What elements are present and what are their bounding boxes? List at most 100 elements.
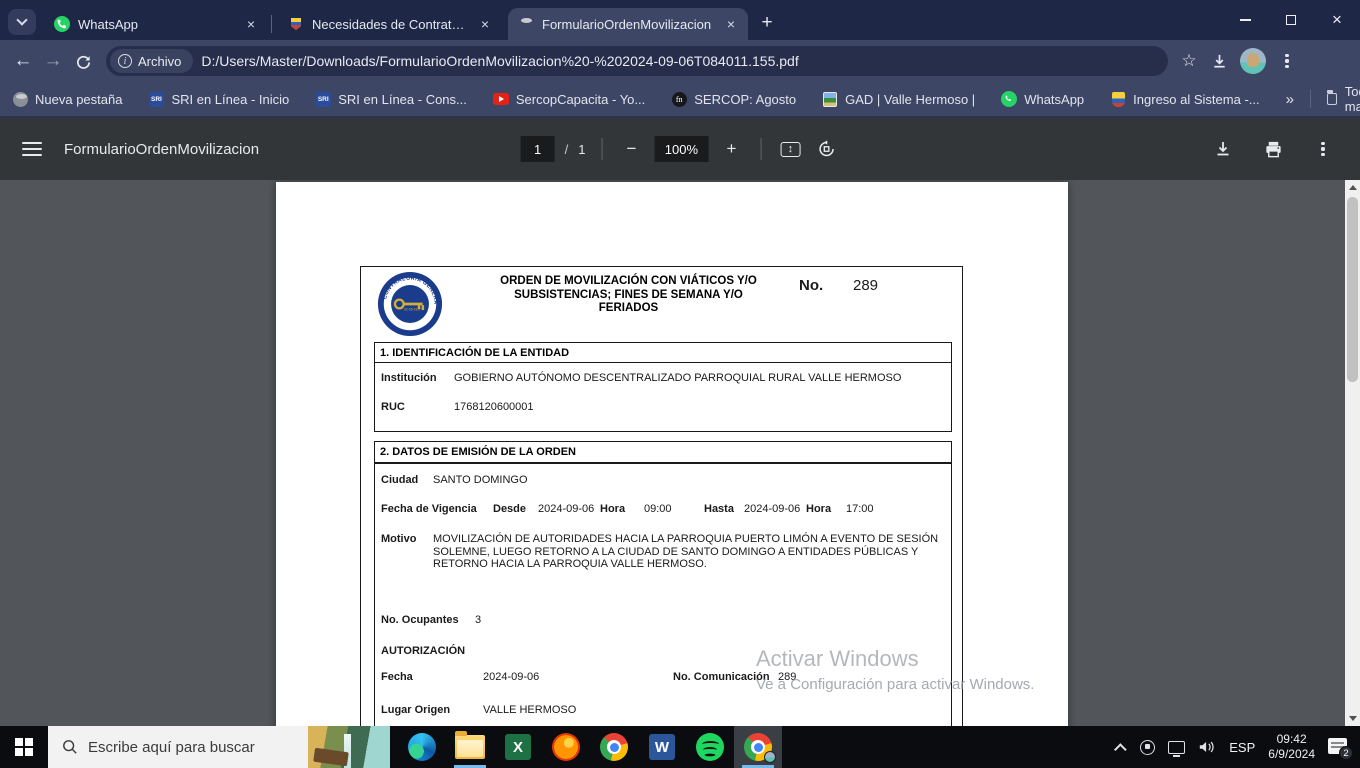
tab-close-icon[interactable]: ×: [476, 15, 494, 33]
bookmark-sercopcapacita[interactable]: SercopCapacita - Yo...: [493, 91, 645, 107]
taskbar-search-input[interactable]: Escribe aquí para buscar: [48, 726, 390, 768]
maximize-button[interactable]: [1268, 0, 1314, 40]
taskbar-firefox-icon[interactable]: [542, 726, 590, 768]
ocupantes-label: No. Ocupantes: [381, 614, 459, 626]
taskbar: Escribe aquí para buscar X W ESP 09:42 6…: [0, 726, 1360, 768]
bookmark-whatsapp[interactable]: WhatsApp: [1001, 91, 1084, 107]
taskbar-word-icon[interactable]: W: [638, 726, 686, 768]
tab-close-icon[interactable]: ×: [242, 15, 260, 33]
tray-capture-icon[interactable]: [1140, 740, 1155, 755]
network-icon[interactable]: [1168, 741, 1185, 754]
section1-header: 1. IDENTIFICACIÓN DE LA ENTIDAD: [374, 342, 952, 363]
taskbar-chrome-icon[interactable]: [590, 726, 638, 768]
zoom-in-icon[interactable]: +: [718, 136, 744, 162]
bookmark-sercop-agosto[interactable]: fnSERCOP: Agosto: [671, 91, 796, 107]
ruc-value: 1768120600001: [454, 401, 534, 413]
zoom-out-icon[interactable]: −: [618, 136, 644, 162]
tab-separator: [271, 15, 272, 33]
sercop-icon: fn: [671, 91, 687, 107]
window-controls: ×: [1222, 0, 1360, 40]
tab-necesidades[interactable]: Necesidades de Contratación y ×: [278, 8, 502, 40]
notification-center-icon[interactable]: 2: [1328, 737, 1350, 757]
ocupantes-value: 3: [475, 614, 481, 626]
taskbar-excel-icon[interactable]: X: [494, 726, 542, 768]
tab-search-button[interactable]: [8, 9, 36, 35]
section2-header: 2. DATOS DE EMISIÓN DE LA ORDEN: [374, 441, 952, 463]
youtube-icon: [493, 91, 509, 107]
whatsapp-icon: [54, 16, 70, 32]
system-tray: ESP 09:42 6/9/2024 2: [1118, 726, 1360, 768]
info-icon: i: [118, 54, 132, 68]
tab-label: WhatsApp: [78, 17, 236, 32]
browser-menu-icon[interactable]: [1272, 46, 1302, 76]
pdf-page: CONTRALORÍA GENERAL DEL ESTADO ECUADOR 0…: [276, 182, 1068, 726]
bookmark-sri-inicio[interactable]: SRISRI en Línea - Inicio: [148, 91, 289, 107]
bookmark-ingreso-sistema[interactable]: Ingreso al Sistema -...: [1110, 91, 1259, 107]
pdf-document-icon: [518, 16, 534, 32]
chip-label: Archivo: [138, 54, 181, 69]
windows-logo-icon: [15, 738, 33, 756]
bookmark-gad-valle-hermoso[interactable]: GAD | Valle Hermoso |: [822, 91, 975, 107]
browser-navbar: ← → i Archivo D:/Users/Master/Downloads/…: [0, 40, 1360, 82]
bookmark-sri-consultas[interactable]: SRISRI en Línea - Cons...: [315, 91, 467, 107]
url-text: D:/Users/Master/Downloads/FormularioOrde…: [201, 53, 798, 69]
fit-to-page-icon[interactable]: ↕: [777, 136, 803, 162]
page-separator: /: [565, 142, 569, 157]
forward-icon[interactable]: →: [38, 46, 68, 76]
bookmark-star-icon[interactable]: ☆: [1174, 46, 1204, 76]
taskbar-spotify-icon[interactable]: [686, 726, 734, 768]
tab-formulario-active[interactable]: FormularioOrdenMovilizacion ×: [508, 8, 748, 40]
browser-titlebar: WhatsApp × Necesidades de Contratación y…: [0, 0, 1360, 40]
search-icon: [62, 739, 78, 755]
zoom-level[interactable]: 100%: [654, 136, 708, 162]
contraloria-logo: CONTRALORÍA GENERAL DEL ESTADO ECUADOR 0…: [376, 270, 444, 338]
language-indicator[interactable]: ESP: [1229, 740, 1255, 755]
divider: [601, 138, 602, 160]
file-scheme-chip[interactable]: i Archivo: [110, 49, 193, 73]
tab-whatsapp[interactable]: WhatsApp ×: [44, 8, 268, 40]
start-button[interactable]: [0, 726, 48, 768]
whatsapp-icon: [1001, 91, 1017, 107]
profile-avatar[interactable]: [1240, 48, 1266, 74]
clock[interactable]: 09:42 6/9/2024: [1268, 732, 1315, 762]
svg-text:02-05-1927: 02-05-1927: [404, 307, 421, 311]
print-icon[interactable]: [1260, 136, 1286, 162]
gad-crest-icon: [288, 16, 304, 32]
tray-time: 09:42: [1277, 732, 1307, 746]
downloads-icon[interactable]: [1204, 46, 1234, 76]
globe-icon: [12, 91, 28, 107]
page-number-input[interactable]: [521, 136, 555, 162]
scrollbar-thumb[interactable]: [1347, 197, 1358, 382]
ciudad-value: SANTO DOMINGO: [433, 474, 528, 486]
pdf-viewer: CONTRALORÍA GENERAL DEL ESTADO ECUADOR 0…: [0, 180, 1360, 726]
search-highlight-image[interactable]: [308, 726, 390, 768]
taskbar-explorer-icon[interactable]: [446, 726, 494, 768]
fecha-label: Fecha: [381, 671, 413, 683]
menu-icon[interactable]: [22, 142, 42, 156]
back-icon[interactable]: ←: [8, 46, 38, 76]
volume-icon[interactable]: [1198, 739, 1216, 755]
scrollbar[interactable]: [1345, 180, 1360, 726]
taskbar-chrome-active-icon[interactable]: [734, 726, 782, 768]
scroll-up-button[interactable]: [1345, 180, 1360, 195]
vigencia-label: Fecha de Vigencia: [381, 503, 477, 515]
pdf-menu-icon[interactable]: [1310, 136, 1336, 162]
bookmark-nueva-pestana[interactable]: Nueva pestaña: [12, 91, 122, 107]
institucion-value: GOBIERNO AUTÓNOMO DESCENTRALIZADO PARROQ…: [454, 372, 901, 384]
scroll-down-button[interactable]: [1345, 711, 1360, 726]
download-icon[interactable]: [1210, 136, 1236, 162]
address-bar[interactable]: i Archivo D:/Users/Master/Downloads/Form…: [106, 46, 1168, 76]
rotate-icon[interactable]: [813, 136, 839, 162]
bookmarks-overflow-icon[interactable]: »: [1286, 91, 1294, 108]
ruc-label: RUC: [381, 401, 405, 413]
origen-label: Lugar Origen: [381, 704, 450, 716]
close-button[interactable]: ×: [1314, 0, 1360, 40]
all-bookmarks-button[interactable]: Todos los marcadores: [1345, 84, 1360, 114]
new-tab-button[interactable]: +: [754, 10, 780, 36]
reload-icon[interactable]: [68, 46, 98, 76]
minimize-button[interactable]: [1222, 0, 1268, 40]
tab-close-icon[interactable]: ×: [722, 15, 740, 33]
tray-expand-icon[interactable]: [1114, 743, 1127, 756]
taskbar-edge-icon[interactable]: [398, 726, 446, 768]
sri-icon: SRI: [315, 91, 331, 107]
